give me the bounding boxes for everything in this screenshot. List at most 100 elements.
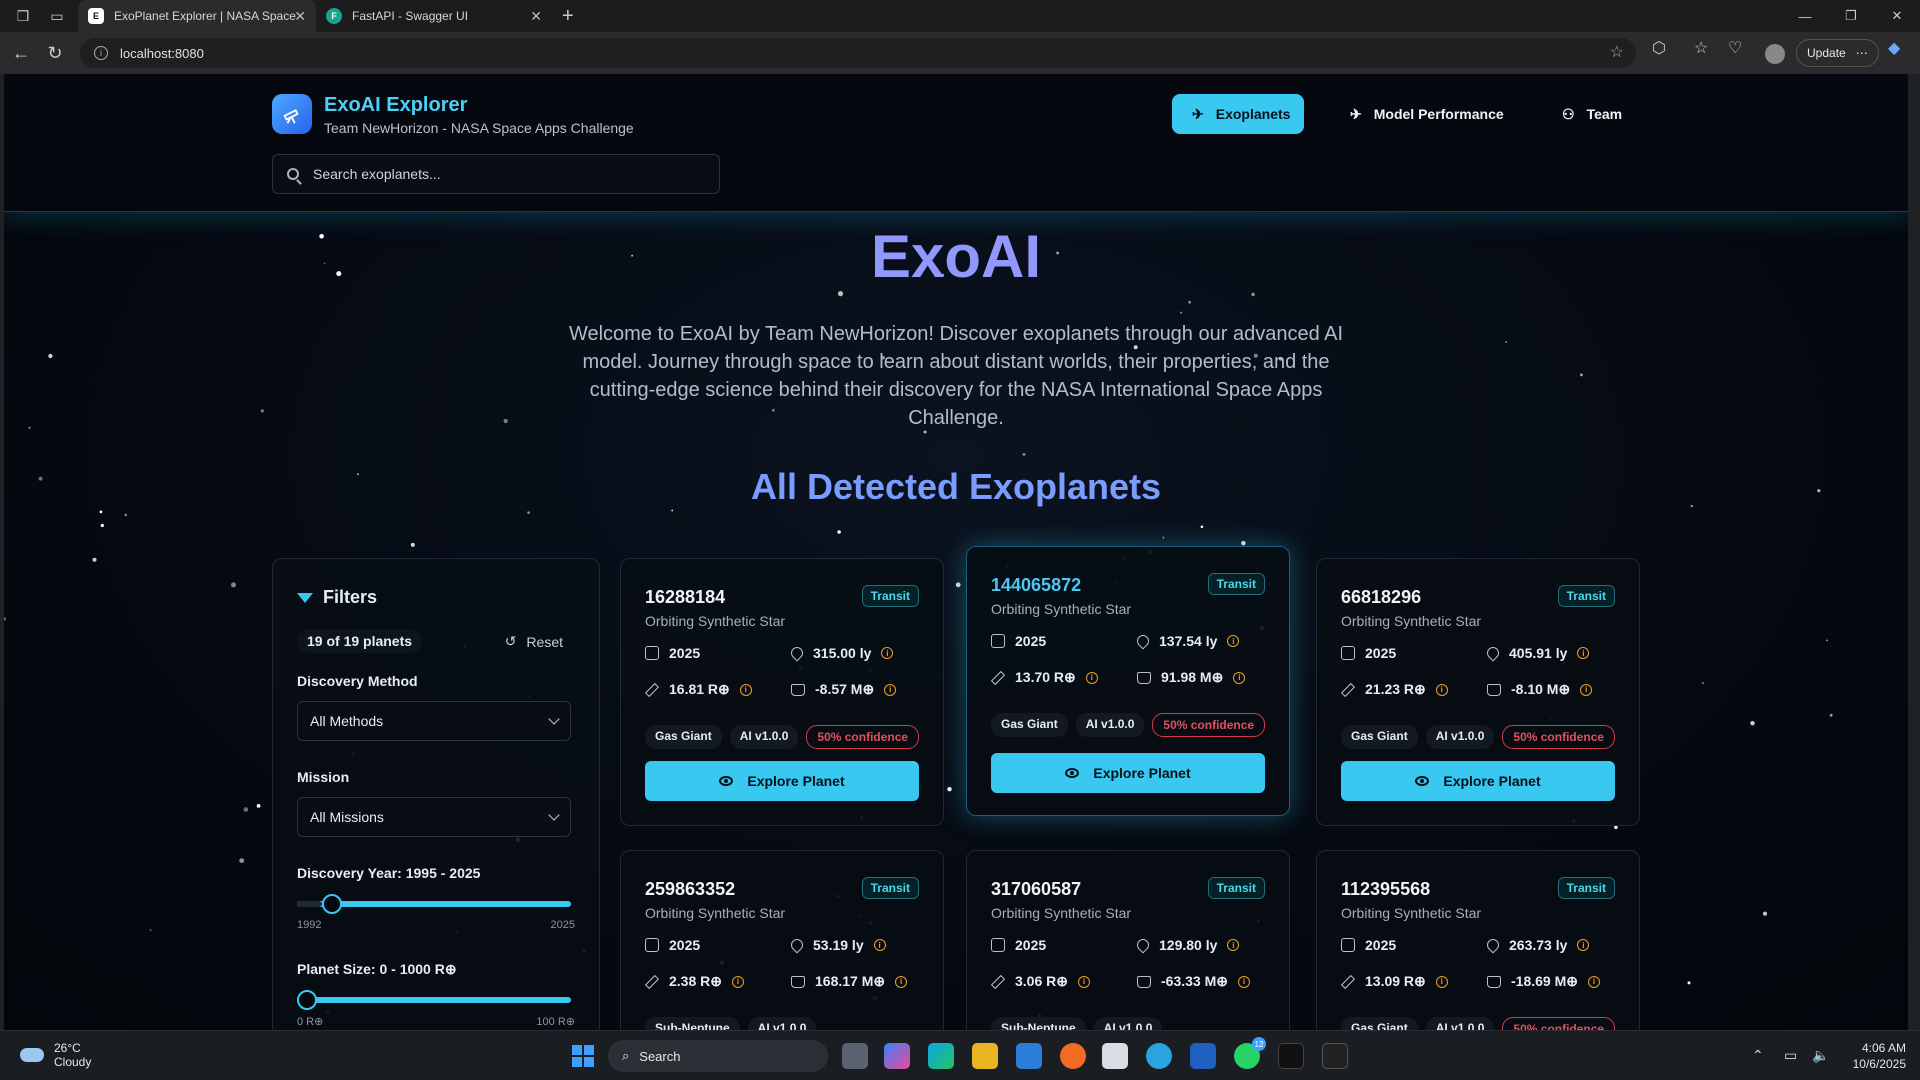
info-warning-icon[interactable]: i xyxy=(1435,975,1448,988)
info-warning-icon[interactable]: i xyxy=(1085,671,1098,684)
volume-icon[interactable]: 🔈 xyxy=(1812,1047,1829,1064)
explore-planet-button[interactable]: Explore Planet xyxy=(991,753,1265,793)
close-window-icon[interactable]: ✕ xyxy=(1874,0,1920,32)
notification-badge: 12 xyxy=(1252,1037,1266,1051)
info-warning-icon[interactable]: i xyxy=(739,683,752,696)
info-warning-icon[interactable]: i xyxy=(1577,939,1590,951)
firefox-icon[interactable] xyxy=(1060,1043,1086,1069)
brand-title[interactable]: ExoAI Explorer xyxy=(324,94,467,117)
edge-browser-icon[interactable] xyxy=(928,1043,954,1069)
star-dot xyxy=(1580,373,1583,377)
size-min-handle[interactable] xyxy=(297,990,317,1010)
extensions-icon[interactable]: ⬡ xyxy=(1652,38,1666,58)
planet-id[interactable]: 259863352 xyxy=(645,879,735,900)
nav-model-performance[interactable]: ✈ Model Performance xyxy=(1330,94,1524,134)
tab-exoplanet-explorer[interactable]: E ExoPlanet Explorer | NASA Space ✕ xyxy=(78,0,316,32)
favorites-icon[interactable]: ☆ xyxy=(1694,38,1708,58)
info-warning-icon[interactable]: i xyxy=(1233,671,1246,684)
info-warning-icon[interactable]: i xyxy=(895,975,908,988)
weather-widget[interactable]: 26°C Cloudy xyxy=(20,1041,91,1069)
section-title: All Detected Exoplanets xyxy=(750,466,1162,507)
back-icon[interactable]: ← xyxy=(4,36,38,70)
star-dot xyxy=(100,523,104,528)
planet-id[interactable]: 112395568 xyxy=(1341,879,1430,900)
vscode-icon[interactable] xyxy=(1016,1043,1042,1069)
minimize-icon[interactable]: — xyxy=(1782,0,1828,32)
year-range-slider[interactable] xyxy=(297,894,571,914)
start-button[interactable] xyxy=(572,1045,594,1067)
ruler-icon xyxy=(990,670,1006,685)
tab-fastapi-swagger[interactable]: F FastAPI - Swagger UI ✕ xyxy=(316,0,552,32)
year-min-handle[interactable] xyxy=(321,894,342,914)
info-warning-icon[interactable]: i xyxy=(1237,975,1250,988)
copilot-icon[interactable]: ◆ xyxy=(1888,38,1900,58)
virtualbox-icon[interactable] xyxy=(1102,1043,1128,1069)
task-view-icon[interactable] xyxy=(842,1043,868,1069)
explore-planet-button[interactable]: Explore Planet xyxy=(645,761,919,801)
stat-value: 2025 xyxy=(1365,937,1397,953)
info-warning-icon[interactable]: i xyxy=(1587,975,1600,988)
workspaces-icon[interactable]: ❒ xyxy=(12,5,34,27)
stat-value: 405.91 ly xyxy=(1509,645,1568,661)
info-warning-icon[interactable]: i xyxy=(1577,647,1590,659)
planet-card[interactable]: 16288184 Transit Orbiting Synthetic Star… xyxy=(620,558,944,826)
more-icon[interactable]: ⋯ xyxy=(1856,46,1868,60)
photos-icon[interactable] xyxy=(1190,1043,1216,1069)
network-icon[interactable]: ▭ xyxy=(1784,1047,1797,1064)
site-info-icon[interactable]: i xyxy=(94,46,108,60)
telescope-logo-icon[interactable] xyxy=(272,94,312,134)
discovery-year: 2025 xyxy=(991,937,1046,953)
info-warning-icon[interactable]: i xyxy=(1077,975,1090,988)
planet-card[interactable]: 317060587 Transit Orbiting Synthetic Sta… xyxy=(966,850,1290,1030)
info-warning-icon[interactable]: i xyxy=(1227,939,1240,951)
app-icon[interactable] xyxy=(1278,1043,1304,1069)
planet-card[interactable]: 112395568 Transit Orbiting Synthetic Sta… xyxy=(1316,850,1640,1030)
ruler-icon xyxy=(644,682,660,697)
stat-value: 2025 xyxy=(1365,645,1397,661)
planet-card[interactable]: 144065872 Transit Orbiting Synthetic Sta… xyxy=(966,546,1290,816)
reset-button[interactable]: ↺ Reset xyxy=(505,633,563,650)
telegram-icon[interactable] xyxy=(1146,1043,1172,1069)
close-tab-icon[interactable]: ✕ xyxy=(294,8,306,25)
info-warning-icon[interactable]: i xyxy=(1580,683,1593,696)
close-tab-icon[interactable]: ✕ xyxy=(530,8,542,25)
update-button[interactable]: Update ⋯ xyxy=(1796,39,1879,67)
info-warning-icon[interactable]: i xyxy=(1227,635,1240,647)
file-explorer-icon[interactable] xyxy=(972,1043,998,1069)
profile-avatar[interactable] xyxy=(1765,44,1785,64)
search-input[interactable] xyxy=(313,166,693,182)
planet-card[interactable]: 66818296 Transit Orbiting Synthetic Star… xyxy=(1316,558,1640,826)
nav-exoplanets[interactable]: ✈ Exoplanets xyxy=(1172,94,1304,134)
planet-card[interactable]: 259863352 Transit Orbiting Synthetic Sta… xyxy=(620,850,944,1030)
discovery-method-select[interactable]: All Methods xyxy=(297,701,571,741)
copilot-app-icon[interactable] xyxy=(884,1043,910,1069)
button-label: Explore Planet xyxy=(1443,773,1541,789)
refresh-icon[interactable]: ↻ xyxy=(38,36,72,70)
nav-label: Model Performance xyxy=(1373,106,1504,122)
planet-size-slider[interactable] xyxy=(297,990,571,1010)
browser-essentials-icon[interactable]: ♡ xyxy=(1728,38,1742,58)
planet-id[interactable]: 317060587 xyxy=(991,879,1081,900)
info-warning-icon[interactable]: i xyxy=(873,939,886,951)
host-star: Orbiting Synthetic Star xyxy=(645,613,786,629)
new-tab-icon[interactable]: + xyxy=(562,5,574,28)
restore-icon[interactable]: ❐ xyxy=(1828,0,1874,32)
info-warning-icon[interactable]: i xyxy=(1435,683,1448,696)
chevron-up-icon[interactable]: ⌃ xyxy=(1752,1047,1764,1064)
tab-actions-icon[interactable]: ▭ xyxy=(46,5,68,27)
info-warning-icon[interactable]: i xyxy=(731,975,744,988)
star-dot xyxy=(1504,340,1508,344)
terminal-icon[interactable] xyxy=(1322,1043,1348,1069)
clock[interactable]: 4:06 AM 10/6/2025 xyxy=(1853,1040,1906,1072)
explore-planet-button[interactable]: Explore Planet xyxy=(1341,761,1615,801)
taskbar-search[interactable]: ⌕ Search xyxy=(608,1040,828,1072)
favorite-star-icon[interactable]: ☆ xyxy=(1610,42,1624,62)
info-warning-icon[interactable]: i xyxy=(881,647,894,659)
address-bar[interactable]: i localhost:8080 ☆ xyxy=(80,38,1636,68)
planet-id[interactable]: 144065872 xyxy=(991,575,1081,596)
planet-id[interactable]: 16288184 xyxy=(645,587,725,608)
mission-select[interactable]: All Missions xyxy=(297,797,571,837)
planet-id[interactable]: 66818296 xyxy=(1341,587,1421,608)
nav-team[interactable]: ⚇ Team xyxy=(1542,94,1642,134)
info-warning-icon[interactable]: i xyxy=(884,683,897,696)
